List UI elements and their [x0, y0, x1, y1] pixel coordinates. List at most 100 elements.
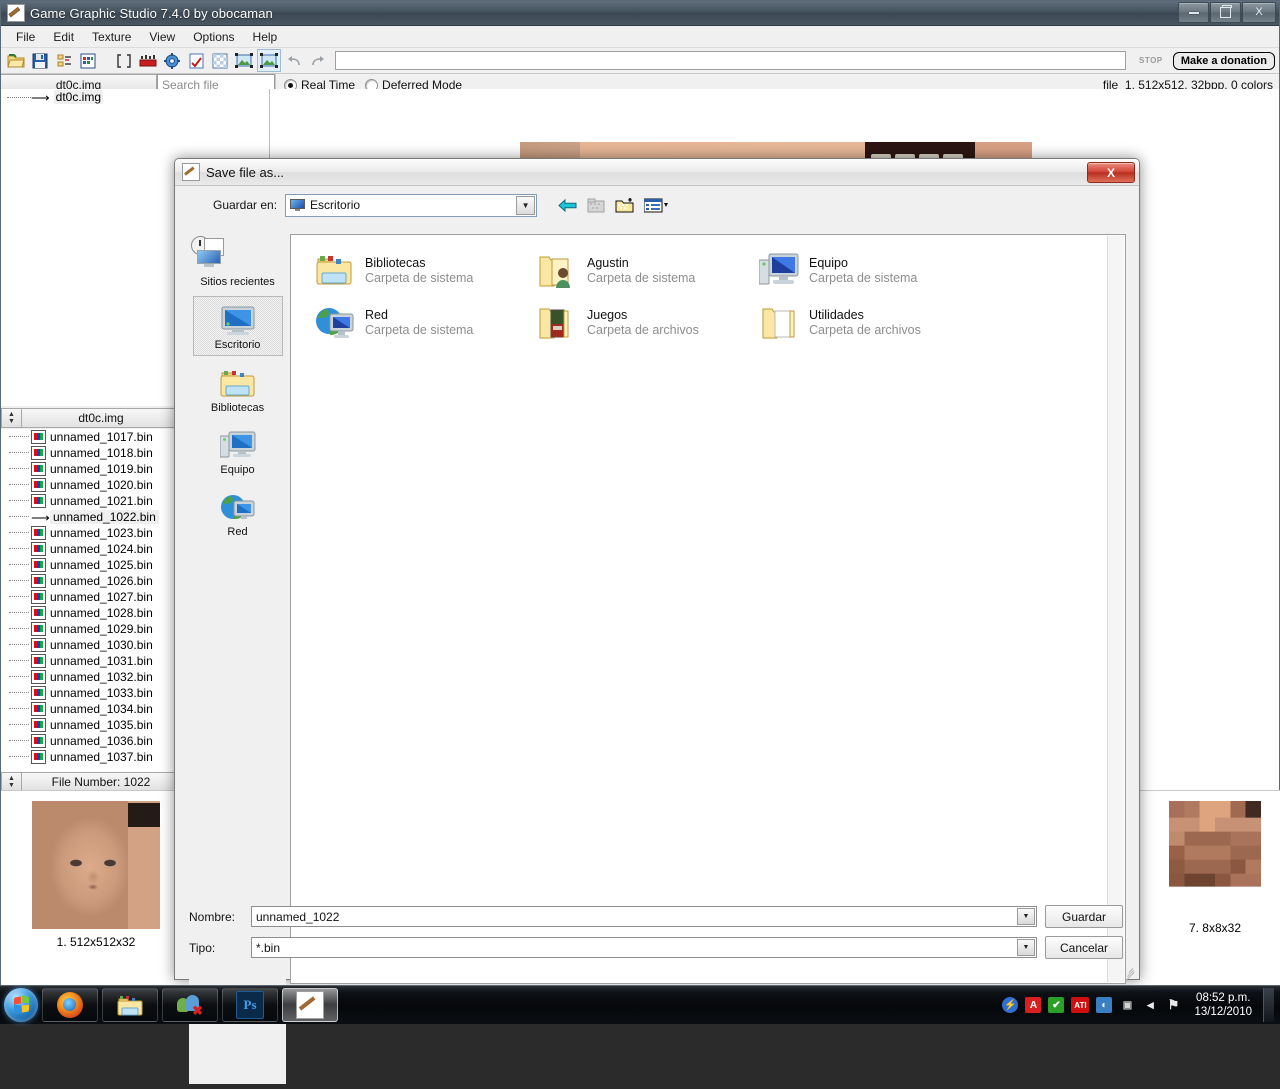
place-red[interactable]: Red	[194, 484, 282, 542]
menu-options[interactable]: Options	[184, 28, 243, 46]
brackets-icon[interactable]	[113, 50, 135, 71]
explorer-taskbar-button[interactable]	[102, 988, 158, 1022]
filelist-item[interactable]: unnamed_1024.bin	[1, 541, 180, 557]
tray-flag-icon[interactable]: ⚑	[1165, 997, 1181, 1013]
tree-root-row[interactable]: ⟶ dt0c.img	[1, 89, 269, 105]
face-texture-thumbnail[interactable]: 1. 512x512x32	[32, 801, 160, 949]
menu-texture[interactable]: Texture	[83, 28, 140, 46]
pixel-texture-thumbnail[interactable]: 7. 8x8x32	[1169, 801, 1261, 935]
save-disk-icon[interactable]	[29, 50, 51, 71]
file-item-red[interactable]: Red Carpeta de sistema	[299, 297, 521, 349]
firefox-taskbar-button[interactable]	[42, 988, 98, 1022]
resize-grip[interactable]	[1123, 965, 1137, 982]
filelist-item[interactable]: unnamed_1030.bin	[1, 637, 180, 653]
filelist-item[interactable]: unnamed_1017.bin	[1, 429, 180, 445]
redo-icon[interactable]	[307, 50, 329, 71]
path-input[interactable]	[335, 51, 1126, 70]
filelist-item[interactable]: unnamed_1023.bin	[1, 525, 180, 541]
tray-palette-icon[interactable]: ◐	[1096, 997, 1113, 1013]
filelist-spinner[interactable]: ▲ ▼	[1, 408, 22, 428]
tray-network-icon[interactable]: ▣	[1119, 997, 1135, 1013]
cancel-button[interactable]: Cancelar	[1045, 936, 1123, 959]
photoshop-taskbar-button[interactable]: Ps	[222, 988, 278, 1022]
back-arrow-icon[interactable]	[557, 196, 577, 214]
face-texture-image	[32, 801, 160, 929]
filelist-item[interactable]: unnamed_1026.bin	[1, 573, 180, 589]
filelist-item[interactable]: unnamed_1036.bin	[1, 733, 180, 749]
image-selected-toggle[interactable]	[257, 49, 281, 72]
filelist-item[interactable]: unnamed_1032.bin	[1, 669, 180, 685]
save-button[interactable]: Guardar	[1045, 905, 1123, 928]
tray-flash-icon[interactable]: ⚡	[1002, 997, 1019, 1013]
filelist-item[interactable]: unnamed_1034.bin	[1, 701, 180, 717]
file-item-agustin[interactable]: Agustin Carpeta de sistema	[521, 245, 743, 297]
checked-document-icon[interactable]	[185, 50, 207, 71]
filelist-item-label: unnamed_1029.bin	[50, 622, 153, 636]
stop-button[interactable]: STOP	[1131, 56, 1171, 65]
make-a-donation-button[interactable]: Make a donation	[1172, 51, 1275, 70]
film-strip-icon[interactable]	[137, 50, 159, 71]
filelist-item[interactable]: unnamed_1037.bin	[1, 749, 180, 765]
undo-icon[interactable]	[283, 50, 305, 71]
filelist-item[interactable]: unnamed_1035.bin	[1, 717, 180, 733]
listview-scrollbar[interactable]	[1107, 236, 1124, 982]
start-button[interactable]	[4, 988, 38, 1022]
filelist-item[interactable]: unnamed_1018.bin	[1, 445, 180, 461]
view-mode-icon[interactable]	[644, 196, 670, 214]
file-item-juegos[interactable]: Juegos Carpeta de archivos	[521, 297, 743, 349]
minimize-button[interactable]	[1178, 2, 1209, 23]
sort-list-icon[interactable]	[53, 50, 75, 71]
checker-transparency-icon[interactable]	[209, 50, 231, 71]
filelist-item[interactable]: unnamed_1029.bin	[1, 621, 180, 637]
file-type-input[interactable]: *.bin ▼	[251, 937, 1037, 958]
dialog-close-button[interactable]: X	[1087, 162, 1135, 183]
tray-volume-icon[interactable]: ◂	[1142, 997, 1158, 1013]
chevron-down-icon[interactable]: ▼	[516, 195, 536, 215]
tray-avira-icon[interactable]: A	[1025, 997, 1042, 1013]
filelist-item-label: unnamed_1024.bin	[50, 542, 153, 556]
gear-icon[interactable]	[161, 50, 183, 71]
filelist-item[interactable]: unnamed_1033.bin	[1, 685, 180, 701]
filelist-item[interactable]: unnamed_1025.bin	[1, 557, 180, 573]
palette-grid-icon[interactable]	[77, 50, 99, 71]
ggs-taskbar-button[interactable]	[282, 988, 338, 1022]
filelist-item[interactable]: unnamed_1020.bin	[1, 477, 180, 493]
place-bibliotecas[interactable]: Bibliotecas	[194, 360, 282, 418]
show-desktop-button[interactable]	[1263, 988, 1274, 1022]
clock[interactable]: 08:52 p.m. 13/12/2010	[1194, 991, 1252, 1019]
place-sitios-recientes[interactable]: Sitios recientes	[191, 234, 282, 292]
filelist-item[interactable]: unnamed_1031.bin	[1, 653, 180, 669]
up-folder-icon[interactable]	[586, 196, 606, 214]
filelist-item[interactable]: unnamed_1028.bin	[1, 605, 180, 621]
menu-help[interactable]: Help	[244, 28, 287, 46]
filelist-item[interactable]: unnamed_1027.bin	[1, 589, 180, 605]
chevron-down-icon[interactable]: ▼	[1017, 908, 1035, 925]
menu-view[interactable]: View	[140, 28, 184, 46]
image-selected-icon[interactable]	[258, 50, 280, 71]
file-listview[interactable]: Bibliotecas Carpeta de sistema Agustin C…	[290, 234, 1126, 984]
filelist-item[interactable]: unnamed_1019.bin	[1, 461, 180, 477]
lookin-combobox[interactable]: Escritorio ▼	[285, 193, 538, 217]
filelist[interactable]: unnamed_1017.bin unnamed_1018.bin unnamed_…	[1, 429, 180, 774]
tray-check-icon[interactable]: ✔	[1048, 997, 1065, 1013]
file-item-equipo[interactable]: Equipo Carpeta de sistema	[743, 245, 965, 297]
messenger-taskbar-button[interactable]: ✖	[162, 988, 218, 1022]
close-button[interactable]: X	[1242, 2, 1276, 23]
new-folder-icon[interactable]	[615, 196, 635, 214]
filelist-item[interactable]: ⟶ unnamed_1022.bin	[1, 509, 180, 525]
maximize-button[interactable]	[1210, 2, 1241, 23]
menu-file[interactable]: File	[7, 28, 44, 46]
tray-ati-icon[interactable]: ATI	[1071, 997, 1090, 1013]
image-export-icon[interactable]	[233, 50, 255, 71]
filelist-item[interactable]: unnamed_1021.bin	[1, 493, 180, 509]
network-globe-icon	[315, 304, 355, 342]
place-escritorio[interactable]: Escritorio	[192, 296, 283, 356]
place-equipo[interactable]: Equipo	[194, 422, 282, 480]
filenumber-spinner[interactable]: ▲ ▼	[1, 772, 22, 791]
chevron-down-icon[interactable]: ▼	[1017, 939, 1035, 956]
open-folder-icon[interactable]	[5, 50, 27, 71]
file-item-bibliotecas[interactable]: Bibliotecas Carpeta de sistema	[299, 245, 521, 297]
file-item-utilidades[interactable]: Utilidades Carpeta de archivos	[743, 297, 965, 349]
file-name-input[interactable]: unnamed_1022 ▼	[251, 906, 1037, 927]
menu-edit[interactable]: Edit	[44, 28, 83, 46]
